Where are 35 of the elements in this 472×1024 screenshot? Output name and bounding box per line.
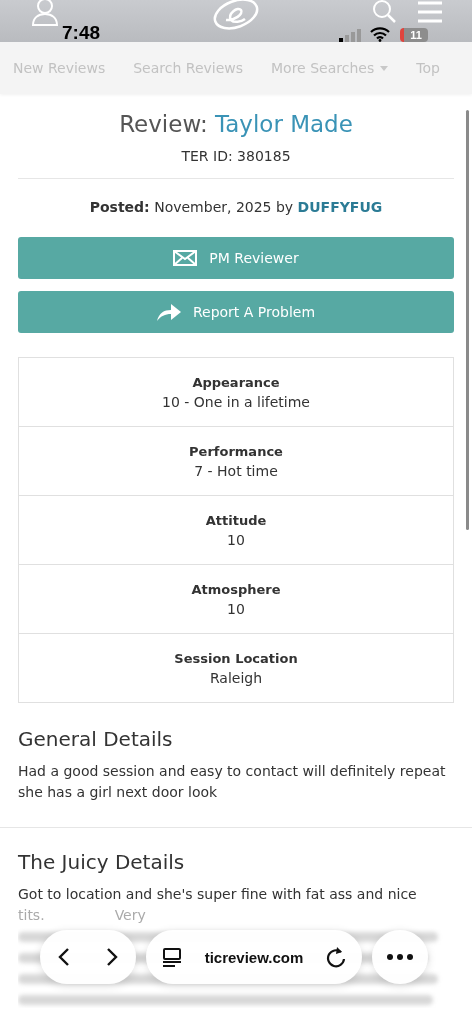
forward-icon[interactable]: [106, 947, 118, 967]
address-bar[interactable]: ticreview.com: [146, 930, 362, 984]
rating-value: 7 - Hot time: [194, 462, 278, 479]
reload-icon[interactable]: [326, 946, 346, 968]
faded-text: tits.: [18, 906, 45, 925]
rating-value: Raleigh: [209, 669, 263, 686]
caret-icon: [380, 65, 389, 71]
status-time: 7:48: [62, 22, 101, 44]
rating-value: 10: [227, 600, 245, 617]
juicy-text: Got to location and she's super fine with fat ass and nice: [18, 885, 418, 904]
ter-id: TER ID: 380185: [180, 148, 292, 164]
share-arrow-icon: [156, 303, 181, 321]
rating-label: Session Location: [174, 650, 298, 666]
action-button[interactable]: PM Reviewer: [18, 237, 454, 279]
faded-text: Very: [114, 906, 146, 925]
signal-icon: [339, 28, 361, 42]
author-link[interactable]: DUFFYFUG: [297, 199, 383, 215]
rating-value: 10: [227, 531, 245, 548]
envelope-icon: [173, 250, 198, 266]
rating-label: Performance: [189, 443, 283, 459]
general-text: Had a good session and easy to contact will definitely repeat she has a girl next door look: [18, 762, 447, 802]
rating-label: Attitude: [205, 512, 267, 528]
section-heading: The Juicy Details: [18, 850, 186, 874]
review-title: Review: Taylor Made: [118, 110, 354, 139]
more-icon: [387, 954, 413, 960]
back-icon[interactable]: [58, 947, 70, 967]
battery-indicator: 11: [400, 28, 428, 42]
tabs-icon: [162, 947, 182, 967]
wifi-icon: [370, 27, 390, 42]
action-button[interactable]: Report A Problem: [18, 291, 454, 333]
section-heading: General Details: [18, 727, 174, 751]
rating-value: 10 - One in a lifetime: [162, 393, 310, 410]
rating-label: Atmosphere: [191, 581, 281, 597]
posted-line: Posted: November, 2025 by DUFFYFUG: [88, 199, 384, 215]
rating-label: Appearance: [192, 374, 280, 390]
